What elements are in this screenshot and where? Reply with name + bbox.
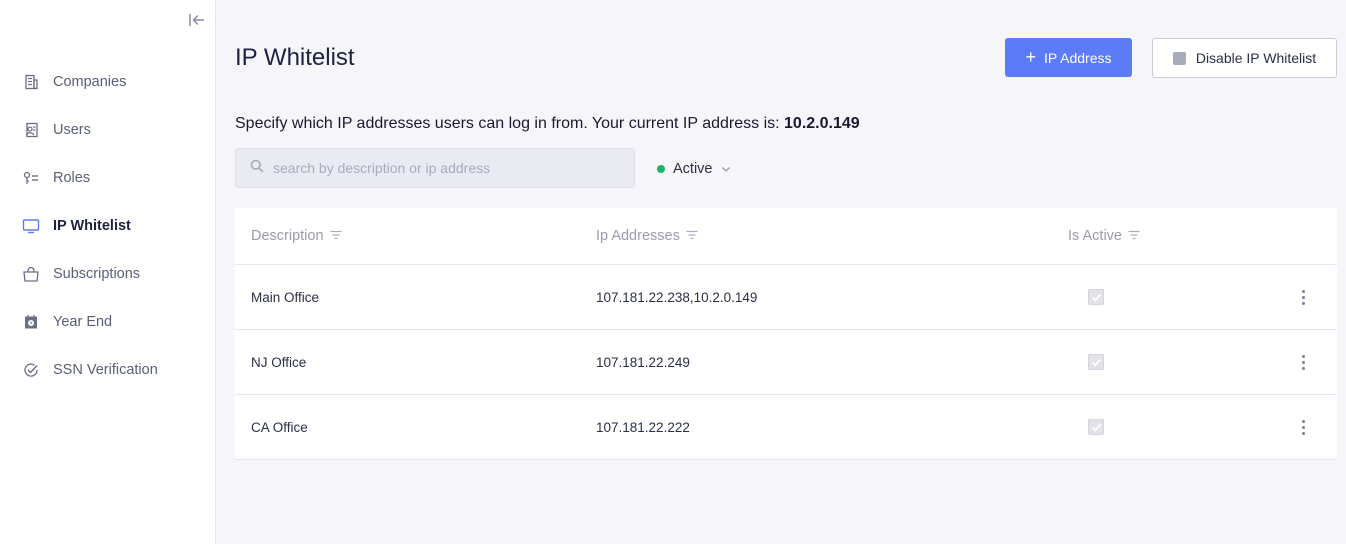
sidebar-item-label: SSN Verification xyxy=(53,362,158,378)
plus-icon: + xyxy=(1025,46,1037,67)
calendar-clock-icon xyxy=(22,313,40,331)
table-row: CA Office 107.181.22.222 xyxy=(235,395,1337,460)
sidebar-nav: Companies Users Roles IP Whitelist Subsc… xyxy=(0,58,215,394)
disable-ip-whitelist-button[interactable]: Disable IP Whitelist xyxy=(1152,38,1337,78)
status-filter-label: Active xyxy=(673,161,713,177)
status-filter-dropdown[interactable]: Active xyxy=(657,158,731,180)
column-header-label: Description xyxy=(251,228,324,244)
description-text: Specify which IP addresses users can log… xyxy=(235,115,785,132)
sidebar-item-subscriptions[interactable]: Subscriptions xyxy=(0,250,215,298)
app: Companies Users Roles IP Whitelist Subsc… xyxy=(0,0,1346,544)
page-description: Specify which IP addresses users can log… xyxy=(235,115,860,133)
row-ip-addresses: 107.181.22.249 xyxy=(596,354,690,370)
ip-whitelist-table: Description Ip Addresses Is Active Main xyxy=(235,208,1337,460)
disable-ip-whitelist-label: Disable IP Whitelist xyxy=(1195,50,1317,66)
key-list-icon xyxy=(22,169,40,187)
checkmark-icon xyxy=(1091,358,1101,366)
sidebar-item-companies[interactable]: Companies xyxy=(0,58,215,106)
row-ip-addresses: 107.181.22.238,10.2.0.149 xyxy=(596,289,758,305)
is-active-checkbox[interactable] xyxy=(1088,419,1104,435)
sidebar-item-users[interactable]: Users xyxy=(0,106,215,154)
search-box xyxy=(235,148,635,188)
row-actions-menu-icon[interactable] xyxy=(1295,287,1311,307)
row-actions-menu-icon[interactable] xyxy=(1295,352,1311,372)
sidebar-item-label: Subscriptions xyxy=(53,266,141,282)
sidebar-item-label: Companies xyxy=(53,74,127,90)
table-row: NJ Office 107.181.22.249 xyxy=(235,330,1337,395)
is-active-checkbox[interactable] xyxy=(1088,354,1104,370)
row-actions-menu-icon[interactable] xyxy=(1295,417,1311,437)
building-icon xyxy=(22,73,40,91)
column-header-is-active[interactable]: Is Active xyxy=(1068,228,1140,244)
current-ip-address: 10.2.0.149 xyxy=(784,115,860,132)
checkmark-icon xyxy=(1091,423,1101,431)
sidebar: Companies Users Roles IP Whitelist Subsc… xyxy=(0,0,216,544)
user-badge-icon xyxy=(22,121,40,139)
filter-icon[interactable] xyxy=(686,228,698,244)
sidebar-item-ip-whitelist[interactable]: IP Whitelist xyxy=(0,202,215,250)
monitor-icon xyxy=(22,217,40,235)
table-row: Main Office 107.181.22.238,10.2.0.149 xyxy=(235,265,1337,330)
filter-icon[interactable] xyxy=(330,228,342,244)
sidebar-item-year-end[interactable]: Year End xyxy=(0,298,215,346)
table-header: Description Ip Addresses Is Active xyxy=(235,208,1337,265)
sidebar-item-roles[interactable]: Roles xyxy=(0,154,215,202)
collapse-sidebar-icon[interactable] xyxy=(186,10,208,30)
filter-icon[interactable] xyxy=(1128,228,1140,244)
sidebar-item-label: Users xyxy=(53,122,91,138)
row-description: CA Office xyxy=(251,419,308,435)
sidebar-item-label: Roles xyxy=(53,170,91,186)
is-active-checkbox[interactable] xyxy=(1088,289,1104,305)
shopping-bag-icon xyxy=(22,265,40,283)
active-status-dot xyxy=(657,165,665,173)
column-header-label: Is Active xyxy=(1068,228,1122,244)
row-description: Main Office xyxy=(251,289,320,305)
row-ip-addresses: 107.181.22.222 xyxy=(596,419,690,435)
page-title: IP Whitelist xyxy=(235,44,355,71)
add-ip-address-label: IP Address xyxy=(1044,49,1112,66)
search-input[interactable] xyxy=(273,160,613,176)
main-content: IP Whitelist + IP Address Disable IP Whi… xyxy=(216,0,1346,544)
stop-square-icon xyxy=(1172,51,1186,65)
add-ip-address-button[interactable]: + IP Address xyxy=(1005,38,1132,77)
sidebar-item-label: IP Whitelist xyxy=(53,218,131,234)
sidebar-item-ssn-verification[interactable]: SSN Verification xyxy=(0,346,215,394)
column-header-label: Ip Addresses xyxy=(596,228,680,244)
column-header-description[interactable]: Description xyxy=(251,228,342,244)
row-description: NJ Office xyxy=(251,354,307,370)
search-icon xyxy=(250,159,264,178)
chevron-down-icon xyxy=(721,161,731,177)
column-header-ip-addresses[interactable]: Ip Addresses xyxy=(596,228,698,244)
check-circle-icon xyxy=(22,361,40,379)
sidebar-item-label: Year End xyxy=(53,314,113,330)
checkmark-icon xyxy=(1091,293,1101,301)
